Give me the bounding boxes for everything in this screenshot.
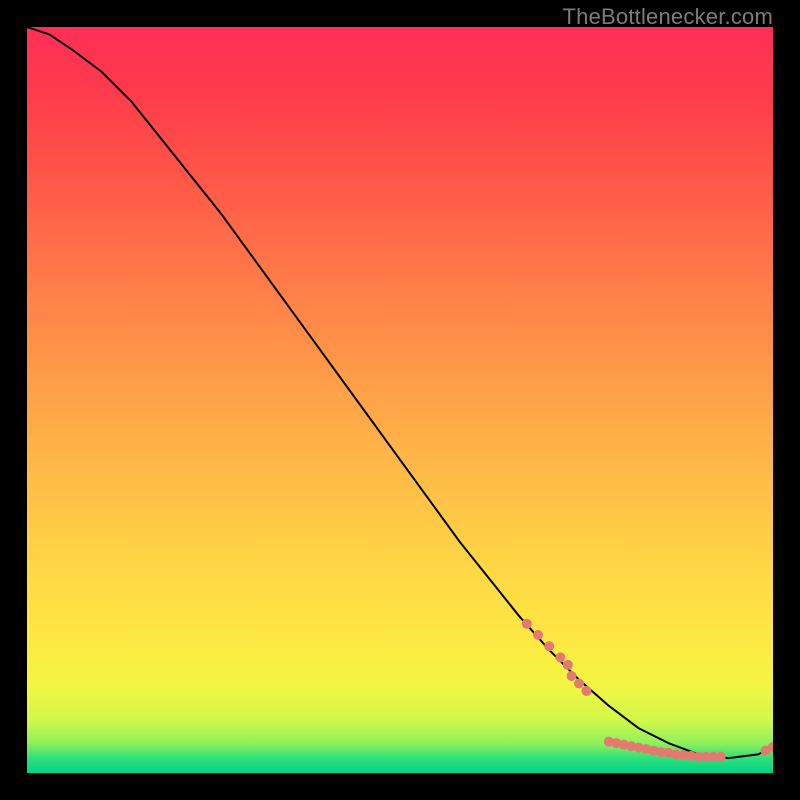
marker-segment-a: [563, 660, 573, 670]
watermark-label: TheBottlenecker.com: [563, 4, 773, 30]
marker-segment-a: [555, 652, 565, 662]
marker-segment-a: [522, 619, 532, 629]
markers-layer: [522, 619, 773, 762]
marker-segment-a: [544, 641, 554, 651]
plot-area: [27, 27, 773, 773]
marker-segment-a: [567, 671, 577, 681]
chart-frame: TheBottlenecker.com: [0, 0, 800, 800]
series-curve: [27, 27, 773, 758]
curve-layer: [27, 27, 773, 758]
marker-segment-b: [716, 752, 726, 762]
marker-segment-a: [533, 630, 543, 640]
chart-svg: [27, 27, 773, 773]
marker-segment-a: [574, 678, 584, 688]
marker-segment-a: [582, 686, 592, 696]
